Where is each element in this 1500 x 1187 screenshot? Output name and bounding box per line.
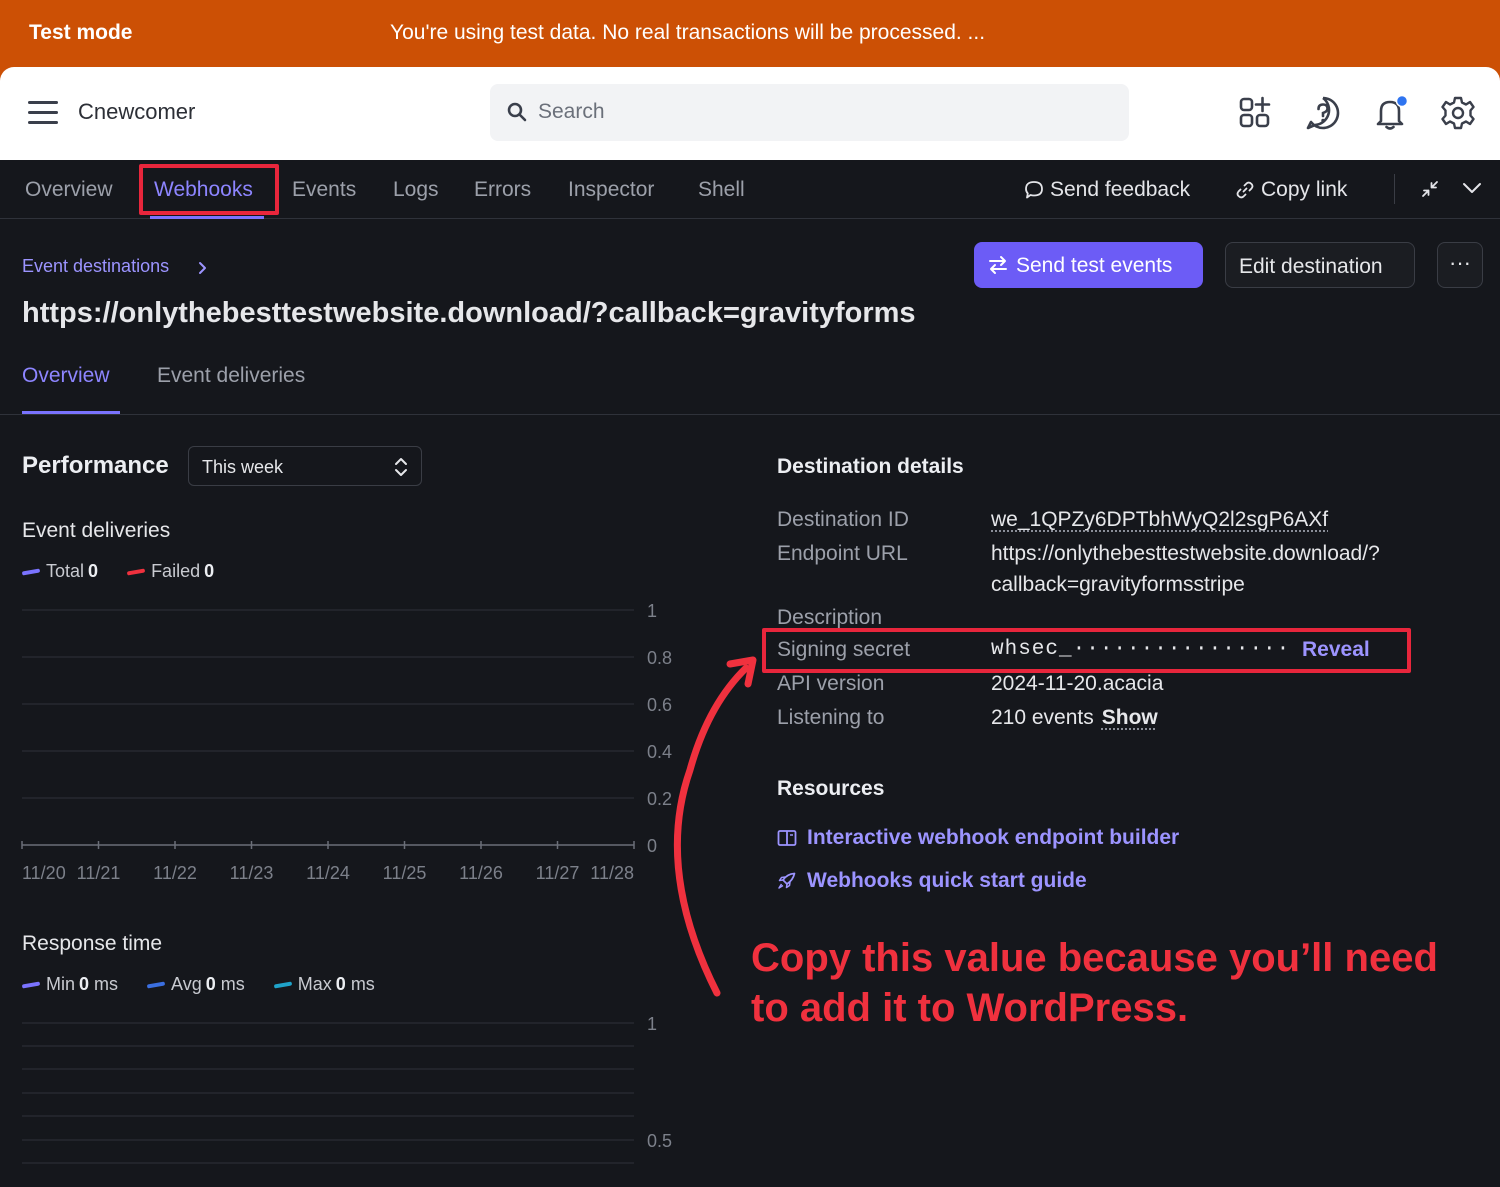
- section-divider: [0, 414, 1500, 415]
- subtab-overview[interactable]: Overview: [22, 364, 110, 388]
- search-box[interactable]: [490, 84, 1129, 141]
- destination-details-title: Destination details: [777, 455, 964, 478]
- annotation-note: Copy this value because you’ll need to a…: [751, 936, 1438, 1030]
- show-events-link[interactable]: Show: [1102, 706, 1158, 729]
- signing-secret-highlight: [762, 628, 1411, 673]
- tab-overview[interactable]: Overview: [25, 178, 113, 202]
- performance-title: Performance: [22, 452, 169, 479]
- webhooks-tab-highlight: [139, 164, 279, 215]
- api-version-value: 2024-11-20.acacia: [991, 672, 1164, 695]
- y-tick-label: 0: [647, 836, 657, 856]
- legend-total: Total 0: [21, 561, 98, 581]
- active-tab-indicator: [150, 216, 264, 219]
- time-range-value: This week: [202, 457, 284, 477]
- chevron-down-icon[interactable]: [1462, 181, 1482, 195]
- x-tick-label: 11/23: [230, 863, 274, 883]
- response-time-chart: 10.5: [22, 1014, 672, 1164]
- legend-min: Min 0 ms: [21, 974, 118, 994]
- account-name[interactable]: Cnewcomer: [78, 99, 195, 125]
- rocket-icon: [778, 872, 796, 889]
- endpoint-url-label: Endpoint URL: [777, 542, 908, 565]
- x-tick-label: 11/25: [383, 863, 427, 883]
- event-deliveries-chart: 10.80.60.40.2011/20 11/21 11/22 11/23 11/24 1…: [21, 601, 672, 883]
- edit-destination-button[interactable]: Edit destination: [1225, 242, 1415, 288]
- more-actions-button[interactable]: ···: [1437, 242, 1483, 288]
- legend-max: Max 0 ms: [273, 974, 375, 994]
- api-version-label: API version: [777, 672, 885, 695]
- select-updown-icon: [395, 458, 407, 476]
- listening-to-value: 210 events Show: [991, 706, 1158, 730]
- x-tick-label: 11/26: [459, 863, 503, 883]
- collapse-icon[interactable]: [1420, 179, 1440, 199]
- endpoint-url-value-line2: callback=gravityformsstripe: [991, 573, 1245, 596]
- edit-destination-label: Edit destination: [1239, 255, 1383, 278]
- send-feedback-button[interactable]: Send feedback: [1050, 178, 1190, 202]
- y-tick-label: 0.5: [647, 1131, 672, 1151]
- destination-id-value[interactable]: we_1QPZy6DPTbhWyQ2l2sgP6AXf: [991, 508, 1328, 532]
- legend-failed: Failed 0: [126, 561, 214, 581]
- send-test-events-button[interactable]: Send test events: [974, 242, 1203, 288]
- notifications-bell-icon[interactable]: [1373, 95, 1409, 131]
- tab-shell[interactable]: Shell: [698, 178, 745, 202]
- link-icon: [1236, 181, 1254, 199]
- resources-title: Resources: [777, 777, 885, 800]
- listening-to-label: Listening to: [777, 706, 885, 729]
- search-icon: [507, 102, 527, 122]
- breadcrumb-event-destinations[interactable]: Event destinations: [22, 256, 169, 277]
- page-title: https://onlythebesttestwebsite.download/…: [22, 297, 916, 329]
- quick-start-guide-link[interactable]: Webhooks quick start guide: [777, 869, 1087, 893]
- response-time-title: Response time: [22, 932, 163, 955]
- x-tick-label: 11/24: [306, 863, 350, 883]
- listening-events-count: 210 events: [991, 706, 1094, 729]
- toolbar-divider: [1394, 174, 1395, 204]
- tab-events[interactable]: Events: [292, 178, 356, 202]
- subtab-event-deliveries[interactable]: Event deliveries: [157, 364, 305, 388]
- webhook-builder-label: Interactive webhook endpoint builder: [807, 826, 1180, 849]
- x-tick-label: 11/27: [536, 863, 580, 883]
- time-range-select[interactable]: This week: [188, 446, 422, 486]
- y-tick-label: 1: [647, 601, 657, 621]
- search-input[interactable]: [538, 94, 1098, 130]
- event-deliveries-legend: Total 0 Failed 0: [21, 561, 238, 582]
- legend-avg: Avg 0 ms: [146, 974, 245, 994]
- send-test-events-label: Send test events: [1016, 254, 1173, 277]
- x-tick-label: 11/28: [590, 863, 634, 883]
- y-tick-label: 1: [647, 1014, 657, 1034]
- settings-gear-icon[interactable]: [1440, 95, 1476, 131]
- breadcrumb-chevron-icon: [199, 262, 206, 274]
- tab-logs[interactable]: Logs: [393, 178, 439, 202]
- menu-icon[interactable]: [28, 101, 58, 125]
- destination-id-label: Destination ID: [777, 508, 909, 531]
- response-time-legend: Min 0 ms Avg 0 ms Max 0 ms: [21, 974, 399, 995]
- x-tick-label: 11/21: [77, 863, 121, 883]
- webhook-builder-link[interactable]: Interactive webhook endpoint builder: [777, 826, 1179, 850]
- feedback-bubble-icon: [1025, 181, 1043, 199]
- endpoint-url-value-line1: https://onlythebesttestwebsite.download/…: [991, 542, 1380, 565]
- test-mode-message: You're using test data. No real transact…: [390, 21, 986, 44]
- tab-inspector[interactable]: Inspector: [568, 178, 654, 202]
- tab-errors[interactable]: Errors: [474, 178, 531, 202]
- book-icon: [777, 830, 797, 846]
- apps-add-icon[interactable]: [1237, 95, 1273, 131]
- swap-arrows-icon: [989, 256, 1007, 274]
- x-tick-label: 11/22: [153, 863, 197, 883]
- quick-start-guide-label: Webhooks quick start guide: [807, 869, 1087, 892]
- event-deliveries-title: Event deliveries: [22, 519, 171, 542]
- top-header: Cnewcomer: [0, 67, 1500, 160]
- description-label: Description: [777, 606, 883, 629]
- help-icon[interactable]: [1305, 95, 1341, 131]
- x-tick-label: 11/20: [22, 863, 66, 883]
- test-mode-label: Test mode: [29, 21, 133, 44]
- copy-link-button[interactable]: Copy link: [1261, 178, 1347, 202]
